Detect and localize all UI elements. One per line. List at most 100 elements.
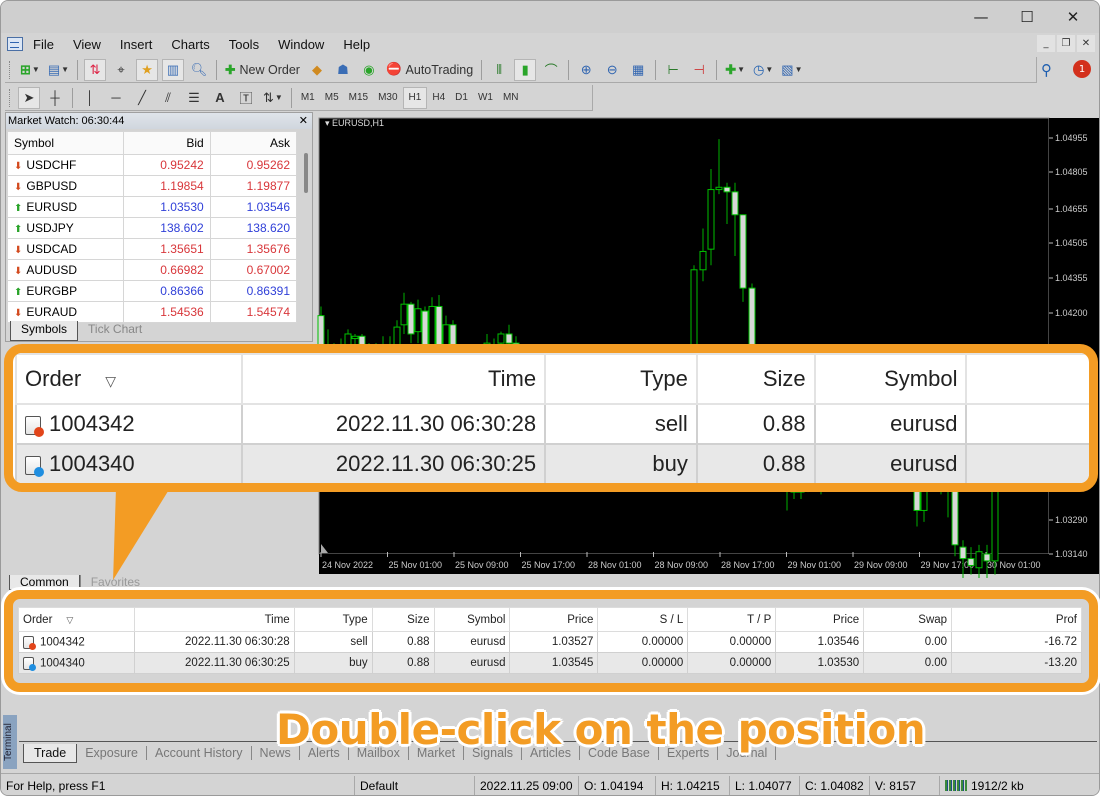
- column-header-symbol[interactable]: Symbol: [6, 131, 125, 155]
- zoomed-trade-row[interactable]: 1004340 2022.11.30 06:30:25buy0.88eurusd1…: [15, 443, 1089, 483]
- mdi-restore-button[interactable]: ❐: [1057, 35, 1075, 52]
- timeframe-w1[interactable]: W1: [473, 87, 498, 109]
- navigator-button[interactable]: ★: [136, 58, 159, 81]
- column-header-swap-9[interactable]: Swap: [863, 607, 953, 632]
- trade-row[interactable]: 1004340 2022.11.30 06:30:25 buy 0.88 eurusd 1…: [18, 652, 1082, 674]
- arrows-button[interactable]: ⇅ ▼: [261, 87, 285, 109]
- cursor-button[interactable]: ➤: [18, 86, 40, 109]
- terminal-button[interactable]: ▥: [162, 58, 185, 81]
- text-button[interactable]: A: [209, 87, 231, 109]
- app-icon[interactable]: [7, 37, 23, 51]
- menu-window[interactable]: Window: [278, 36, 324, 53]
- timeframe-mn[interactable]: MN: [498, 87, 524, 109]
- zoom-in-button[interactable]: ⊕: [575, 59, 597, 81]
- toolbar-grip[interactable]: [9, 88, 12, 107]
- column-header-tp-7[interactable]: T / P: [687, 607, 777, 632]
- text-label-button[interactable]: 🅃: [235, 87, 257, 109]
- position-dot: [29, 642, 36, 650]
- column-header-size-3[interactable]: Size: [371, 607, 435, 632]
- crosshair-button[interactable]: ┼: [44, 87, 66, 109]
- autotrading-button[interactable]: ⛔ AutoTrading: [384, 59, 475, 81]
- templates-button[interactable]: ▧ ▼: [779, 59, 804, 81]
- mdi-minimize-button[interactable]: _: [1037, 35, 1055, 52]
- minimize-button[interactable]: —: [959, 5, 1003, 29]
- menu-file[interactable]: File: [33, 36, 54, 53]
- sort-icon: ▽: [66, 614, 74, 625]
- close-icon[interactable]: ✕: [299, 114, 308, 127]
- toolbar-grip[interactable]: [9, 60, 12, 79]
- new-order-button[interactable]: ✚ New Order: [223, 59, 302, 81]
- column-header-profit-10[interactable]: Prof: [951, 607, 1082, 632]
- timeframe-m30[interactable]: M30: [373, 87, 402, 109]
- column-header-price-5[interactable]: Price: [509, 607, 599, 632]
- column-header-type-2[interactable]: Type: [293, 607, 373, 632]
- new-chart-button[interactable]: ⊞ ▼: [18, 59, 42, 81]
- profit-cell: -16.72: [951, 631, 1082, 653]
- auto-scroll-button[interactable]: ⊢: [662, 59, 684, 81]
- tab-common[interactable]: Common: [9, 575, 80, 590]
- market-watch-row[interactable]: ⬇ USDCAD 1.35651 1.35676: [6, 238, 298, 260]
- profiles-button[interactable]: ▤ ▼: [46, 59, 71, 81]
- market-watch-row[interactable]: ⬆ EURUSD 1.03530 1.03546: [6, 196, 298, 218]
- chart-symbol-label[interactable]: ▾ EURUSD,H1: [325, 118, 384, 129]
- indicators-button[interactable]: ✚ ▼: [723, 59, 747, 81]
- market-watch-row[interactable]: ⬆ USDJPY 138.602 138.620: [6, 217, 298, 239]
- notification-badge[interactable]: 1: [1073, 60, 1091, 78]
- menu-view[interactable]: View: [73, 36, 101, 53]
- equidistant-channel-button[interactable]: ⫽: [157, 87, 179, 109]
- column-header-ask[interactable]: Ask: [209, 131, 298, 155]
- metaeditor-button[interactable]: ◆: [306, 59, 328, 81]
- market-watch-row[interactable]: ⬆ EURGBP 0.86366 0.86391: [6, 280, 298, 302]
- tab-exposure[interactable]: Exposure: [77, 746, 148, 760]
- column-header-symbol-4[interactable]: Symbol: [433, 607, 511, 632]
- column-header-order-0[interactable]: Order ▽: [18, 607, 135, 632]
- timeframe-d1[interactable]: D1: [450, 87, 473, 109]
- periods-button[interactable]: ◷ ▼: [751, 59, 775, 81]
- status-traffic[interactable]: 1912/2 kb: [940, 776, 1070, 796]
- chart-shift-button[interactable]: ⊣: [688, 59, 710, 81]
- column-header-bid[interactable]: Bid: [123, 131, 211, 155]
- market-watch-row[interactable]: ⬇ AUDUSD 0.66982 0.67002: [6, 259, 298, 281]
- maximize-button[interactable]: ☐: [1005, 5, 1049, 29]
- market-watch-row[interactable]: ⬇ USDCHF 0.95242 0.95262: [6, 154, 298, 176]
- vps-button[interactable]: ◉: [358, 59, 380, 81]
- tab-symbols[interactable]: Symbols: [10, 321, 79, 341]
- timeframe-m1[interactable]: M1: [296, 87, 320, 109]
- timeframe-m5[interactable]: M5: [320, 87, 344, 109]
- timeframe-m15[interactable]: M15: [344, 87, 373, 109]
- strategy-tester-button[interactable]: 🔍︎: [188, 59, 210, 81]
- zoom-out-button[interactable]: ⊖: [601, 59, 623, 81]
- bar-chart-button[interactable]: ⫴: [488, 59, 510, 81]
- scrollbar-thumb[interactable]: [304, 153, 308, 193]
- mdi-close-button[interactable]: ✕: [1077, 35, 1095, 52]
- candlestick-button[interactable]: ▮: [514, 58, 537, 81]
- editor-book-icon: ◆: [311, 61, 322, 77]
- market-watch-row[interactable]: ⬇ GBPUSD 1.19854 1.19877: [6, 175, 298, 197]
- line-chart-button[interactable]: ⌒: [540, 59, 562, 81]
- menu-insert[interactable]: Insert: [120, 36, 153, 53]
- timeframe-h1[interactable]: H1: [402, 86, 428, 109]
- signals-button[interactable]: ☗: [332, 59, 354, 81]
- horizontal-line-button[interactable]: ─: [105, 87, 127, 109]
- search-icon[interactable]: ⚲: [1041, 61, 1052, 79]
- trade-row[interactable]: 1004342 2022.11.30 06:30:28 sell 0.88 eurusd…: [18, 631, 1082, 653]
- fibonacci-button[interactable]: ☰: [183, 87, 205, 109]
- data-window-button[interactable]: ⌖: [110, 59, 132, 81]
- vertical-line-button[interactable]: │: [79, 87, 101, 109]
- column-header-sl-6[interactable]: S / L: [597, 607, 689, 632]
- column-header-price-8[interactable]: Price: [775, 607, 865, 632]
- tab-trade[interactable]: Trade: [23, 743, 78, 763]
- market-watch-row[interactable]: ⬇ EURAUD 1.54536 1.54574: [6, 301, 298, 323]
- menu-charts[interactable]: Charts: [171, 36, 209, 53]
- tab-account-history[interactable]: Account History: [147, 746, 252, 760]
- tile-windows-button[interactable]: ▦: [627, 59, 649, 81]
- menu-tools[interactable]: Tools: [229, 36, 259, 53]
- timeframe-h4[interactable]: H4: [427, 87, 450, 109]
- menu-help[interactable]: Help: [343, 36, 370, 53]
- column-header-time-1[interactable]: Time: [133, 607, 295, 632]
- market-watch-button[interactable]: ⇅: [84, 58, 107, 81]
- zoomed-trade-row[interactable]: 1004342 2022.11.30 06:30:28 sell 0.88 eurusd…: [15, 403, 1089, 445]
- close-button[interactable]: ✕: [1051, 5, 1095, 29]
- tab-tick-chart[interactable]: Tick Chart: [78, 321, 152, 341]
- trendline-button[interactable]: ╱: [131, 87, 153, 109]
